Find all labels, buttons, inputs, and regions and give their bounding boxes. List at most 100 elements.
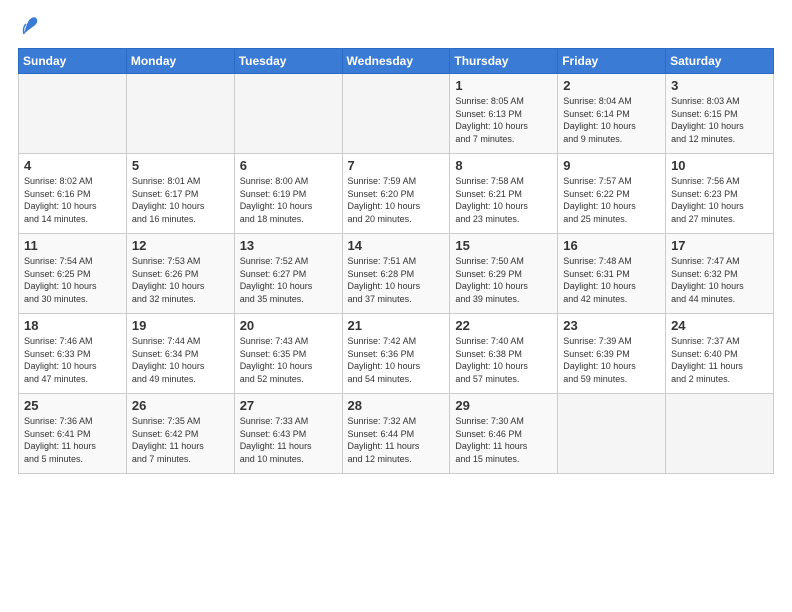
day-number: 11	[24, 238, 121, 253]
calendar-cell: 27Sunrise: 7:33 AM Sunset: 6:43 PM Dayli…	[234, 394, 342, 474]
calendar-cell: 17 Sunrise: 7:47 AM Sunset: 6:32 PM Dayli…	[666, 234, 774, 314]
day-number: 9	[563, 158, 660, 173]
calendar-cell: 8 Sunrise: 7:58 AM Sunset: 6:21 PM Daylig…	[450, 154, 558, 234]
calendar-cell: 13 Sunrise: 7:52 AM Sunset: 6:27 PM Dayli…	[234, 234, 342, 314]
day-info: Sunrise: 7:47 AM Sunset: 6:32 PM Dayligh…	[671, 255, 768, 305]
day-number: 21	[348, 318, 445, 333]
day-number: 24	[671, 318, 768, 333]
calendar-cell: 11 Sunrise: 7:54 AM Sunset: 6:25 PM Dayli…	[19, 234, 127, 314]
calendar-cell: 28 Sunrise: 7:32 AM Sunset: 6:44 PM Dayli…	[342, 394, 450, 474]
day-info: Sunrise: 7:56 AM Sunset: 6:23 PM Dayligh…	[671, 175, 768, 225]
day-info: Sunrise: 7:40 AM Sunset: 6:38 PM Dayligh…	[455, 335, 552, 385]
day-number: 17	[671, 238, 768, 253]
calendar-week-2: 4 Sunrise: 8:02 AM Sunset: 6:16 PM Daylig…	[19, 154, 774, 234]
day-info: Sunrise: 7:30 AM Sunset: 6:46 PM Dayligh…	[455, 415, 552, 465]
day-info: Sunrise: 7:57 AM Sunset: 6:22 PM Dayligh…	[563, 175, 660, 225]
weekday-header-wednesday: Wednesday	[342, 49, 450, 74]
calendar-cell: 4 Sunrise: 8:02 AM Sunset: 6:16 PM Daylig…	[19, 154, 127, 234]
calendar-cell	[666, 394, 774, 474]
day-info: Sunrise: 7:59 AM Sunset: 6:20 PM Dayligh…	[348, 175, 445, 225]
day-number: 12	[132, 238, 229, 253]
day-info: Sunrise: 7:32 AM Sunset: 6:44 PM Dayligh…	[348, 415, 445, 465]
calendar-cell: 10 Sunrise: 7:56 AM Sunset: 6:23 PM Dayli…	[666, 154, 774, 234]
day-number: 14	[348, 238, 445, 253]
calendar-cell: 16 Sunrise: 7:48 AM Sunset: 6:31 PM Dayli…	[558, 234, 666, 314]
calendar-cell: 21 Sunrise: 7:42 AM Sunset: 6:36 PM Dayli…	[342, 314, 450, 394]
day-info: Sunrise: 7:42 AM Sunset: 6:36 PM Dayligh…	[348, 335, 445, 385]
day-number: 25	[24, 398, 121, 413]
calendar-cell: 20 Sunrise: 7:43 AM Sunset: 6:35 PM Dayli…	[234, 314, 342, 394]
calendar-cell	[234, 74, 342, 154]
day-number: 5	[132, 158, 229, 173]
header	[18, 18, 774, 38]
day-number: 16	[563, 238, 660, 253]
calendar-cell: 12 Sunrise: 7:53 AM Sunset: 6:26 PM Dayli…	[126, 234, 234, 314]
calendar-cell: 23 Sunrise: 7:39 AM Sunset: 6:39 PM Dayli…	[558, 314, 666, 394]
day-info: Sunrise: 8:00 AM Sunset: 6:19 PM Dayligh…	[240, 175, 337, 225]
logo	[18, 18, 38, 38]
weekday-header-friday: Friday	[558, 49, 666, 74]
calendar-cell: 7 Sunrise: 7:59 AM Sunset: 6:20 PM Daylig…	[342, 154, 450, 234]
calendar-cell: 26 Sunrise: 7:35 AM Sunset: 6:42 PM Dayli…	[126, 394, 234, 474]
calendar-cell	[19, 74, 127, 154]
day-number: 8	[455, 158, 552, 173]
day-info: Sunrise: 8:03 AM Sunset: 6:15 PM Dayligh…	[671, 95, 768, 145]
calendar-cell: 24 Sunrise: 7:37 AM Sunset: 6:40 PM Dayli…	[666, 314, 774, 394]
calendar-table: SundayMondayTuesdayWednesdayThursdayFrid…	[18, 48, 774, 474]
calendar-cell	[342, 74, 450, 154]
day-info: Sunrise: 7:35 AM Sunset: 6:42 PM Dayligh…	[132, 415, 229, 465]
calendar-cell	[126, 74, 234, 154]
day-info: Sunrise: 7:36 AM Sunset: 6:41 PM Dayligh…	[24, 415, 121, 465]
day-info: Sunrise: 7:58 AM Sunset: 6:21 PM Dayligh…	[455, 175, 552, 225]
day-info: Sunrise: 8:02 AM Sunset: 6:16 PM Dayligh…	[24, 175, 121, 225]
day-number: 18	[24, 318, 121, 333]
day-number: 3	[671, 78, 768, 93]
day-info: Sunrise: 7:39 AM Sunset: 6:39 PM Dayligh…	[563, 335, 660, 385]
day-info: Sunrise: 8:01 AM Sunset: 6:17 PM Dayligh…	[132, 175, 229, 225]
day-info: Sunrise: 7:51 AM Sunset: 6:28 PM Dayligh…	[348, 255, 445, 305]
weekday-header-sunday: Sunday	[19, 49, 127, 74]
day-number: 1	[455, 78, 552, 93]
day-number: 22	[455, 318, 552, 333]
calendar-cell: 1Sunrise: 8:05 AM Sunset: 6:13 PM Daylig…	[450, 74, 558, 154]
day-info: Sunrise: 7:54 AM Sunset: 6:25 PM Dayligh…	[24, 255, 121, 305]
calendar-cell: 15Sunrise: 7:50 AM Sunset: 6:29 PM Dayli…	[450, 234, 558, 314]
calendar-week-3: 11 Sunrise: 7:54 AM Sunset: 6:25 PM Dayli…	[19, 234, 774, 314]
day-number: 26	[132, 398, 229, 413]
day-info: Sunrise: 7:43 AM Sunset: 6:35 PM Dayligh…	[240, 335, 337, 385]
day-number: 13	[240, 238, 337, 253]
calendar-cell: 18 Sunrise: 7:46 AM Sunset: 6:33 PM Dayli…	[19, 314, 127, 394]
day-info: Sunrise: 7:52 AM Sunset: 6:27 PM Dayligh…	[240, 255, 337, 305]
day-number: 7	[348, 158, 445, 173]
calendar-cell: 9 Sunrise: 7:57 AM Sunset: 6:22 PM Daylig…	[558, 154, 666, 234]
weekday-header-monday: Monday	[126, 49, 234, 74]
calendar-cell: 14 Sunrise: 7:51 AM Sunset: 6:28 PM Dayli…	[342, 234, 450, 314]
day-info: Sunrise: 7:53 AM Sunset: 6:26 PM Dayligh…	[132, 255, 229, 305]
day-number: 29	[455, 398, 552, 413]
day-number: 27	[240, 398, 337, 413]
day-number: 2	[563, 78, 660, 93]
day-info: Sunrise: 8:04 AM Sunset: 6:14 PM Dayligh…	[563, 95, 660, 145]
calendar-week-4: 18 Sunrise: 7:46 AM Sunset: 6:33 PM Dayli…	[19, 314, 774, 394]
day-info: Sunrise: 7:46 AM Sunset: 6:33 PM Dayligh…	[24, 335, 121, 385]
calendar-cell	[558, 394, 666, 474]
page: SundayMondayTuesdayWednesdayThursdayFrid…	[0, 0, 792, 484]
day-number: 10	[671, 158, 768, 173]
day-number: 28	[348, 398, 445, 413]
weekday-header-thursday: Thursday	[450, 49, 558, 74]
day-number: 20	[240, 318, 337, 333]
logo-text	[18, 18, 38, 38]
day-info: Sunrise: 7:37 AM Sunset: 6:40 PM Dayligh…	[671, 335, 768, 385]
day-number: 4	[24, 158, 121, 173]
day-number: 15	[455, 238, 552, 253]
day-number: 23	[563, 318, 660, 333]
calendar-week-5: 25 Sunrise: 7:36 AM Sunset: 6:41 PM Dayli…	[19, 394, 774, 474]
calendar-cell: 3 Sunrise: 8:03 AM Sunset: 6:15 PM Daylig…	[666, 74, 774, 154]
day-info: Sunrise: 7:44 AM Sunset: 6:34 PM Dayligh…	[132, 335, 229, 385]
calendar-header-row: SundayMondayTuesdayWednesdayThursdayFrid…	[19, 49, 774, 74]
weekday-header-tuesday: Tuesday	[234, 49, 342, 74]
day-number: 6	[240, 158, 337, 173]
calendar-cell: 6 Sunrise: 8:00 AM Sunset: 6:19 PM Daylig…	[234, 154, 342, 234]
logo-bird-icon	[20, 16, 38, 38]
day-info: Sunrise: 7:48 AM Sunset: 6:31 PM Dayligh…	[563, 255, 660, 305]
